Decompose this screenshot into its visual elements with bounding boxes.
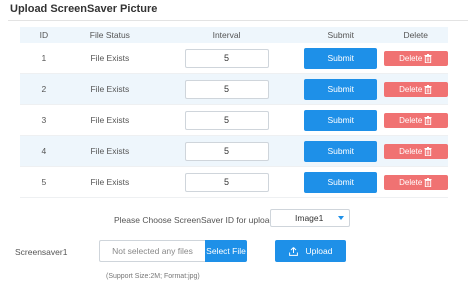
file-name-field[interactable]: Not selected any files <box>99 240 205 262</box>
interval-input[interactable]: 5 <box>184 172 269 192</box>
interval-input[interactable]: 5 <box>184 79 269 99</box>
delete-label: Delete <box>399 84 423 94</box>
header-delete: Delete <box>403 30 429 40</box>
table-row: 5 File Exists 5 Submit Delete <box>20 167 448 198</box>
delete-label: Delete <box>399 146 423 156</box>
upload-button[interactable]: Upload <box>275 240 346 262</box>
delete-cell: Delete <box>383 174 448 190</box>
delete-button[interactable]: Delete <box>383 143 448 159</box>
trash-icon <box>424 115 432 125</box>
submit-button[interactable]: Submit <box>304 109 378 131</box>
trash-icon <box>424 84 432 94</box>
header-id: ID <box>39 30 49 40</box>
screensaver-id-select[interactable]: Image1 <box>270 209 350 227</box>
row-id: 2 <box>41 84 47 94</box>
delete-cell: Delete <box>383 112 448 128</box>
delete-button[interactable]: Delete <box>383 112 448 128</box>
submit-cell: Submit <box>301 171 380 193</box>
row-file-status: File Exists <box>90 115 130 125</box>
table-row: 4 File Exists 5 Submit Delete <box>20 136 448 167</box>
row-file-status: File Exists <box>90 84 130 94</box>
row-id: 3 <box>41 115 47 125</box>
trash-icon <box>424 53 432 63</box>
title-divider <box>8 20 468 21</box>
delete-label: Delete <box>399 115 423 125</box>
interval-cell: 5 <box>152 172 301 192</box>
table-row: 1 File Exists 5 Submit Delete <box>20 43 448 74</box>
interval-cell: 5 <box>152 110 301 130</box>
screensaver-id-label: Please Choose ScreenSaver ID for upload <box>114 215 275 225</box>
select-file-button[interactable]: Select File <box>205 240 247 262</box>
table-header: ID File Status Interval Submit Delete <box>20 27 448 43</box>
delete-button[interactable]: Delete <box>383 50 448 66</box>
screensaver-table: ID File Status Interval Submit Delete 1 … <box>20 27 448 198</box>
trash-icon <box>424 146 432 156</box>
submit-cell: Submit <box>301 140 380 162</box>
interval-input[interactable]: 5 <box>184 141 269 161</box>
delete-button[interactable]: Delete <box>383 174 448 190</box>
interval-cell: 5 <box>152 48 301 68</box>
table-row: 3 File Exists 5 Submit Delete <box>20 105 448 136</box>
caret-down-icon <box>338 216 344 220</box>
submit-cell: Submit <box>301 47 380 69</box>
row-file-status: File Exists <box>90 177 130 187</box>
delete-label: Delete <box>399 177 423 187</box>
support-note: (Support Size:2M; Format:jpg) <box>106 273 200 280</box>
select-value: Image1 <box>295 213 324 223</box>
delete-cell: Delete <box>383 81 448 97</box>
interval-input[interactable]: 5 <box>184 110 269 130</box>
interval-cell: 5 <box>152 141 301 161</box>
submit-cell: Submit <box>301 78 380 100</box>
upload-icon <box>288 246 298 256</box>
trash-icon <box>424 177 432 187</box>
submit-button[interactable]: Submit <box>304 140 378 162</box>
delete-cell: Delete <box>383 50 448 66</box>
submit-cell: Submit <box>301 109 380 131</box>
delete-button[interactable]: Delete <box>383 81 448 97</box>
delete-label: Delete <box>399 53 423 63</box>
row-file-status: File Exists <box>90 53 130 63</box>
upload-label: Upload <box>305 246 333 256</box>
submit-button[interactable]: Submit <box>304 171 378 193</box>
row-id: 1 <box>41 53 47 63</box>
upload-screensaver-page: Upload ScreenSaver Picture ID File Statu… <box>0 0 474 292</box>
screensaver-file-label: Screensaver1 <box>15 247 68 257</box>
submit-button[interactable]: Submit <box>304 47 378 69</box>
submit-button[interactable]: Submit <box>304 78 378 100</box>
header-submit: Submit <box>327 30 354 40</box>
header-file-status: File Status <box>89 30 130 40</box>
delete-cell: Delete <box>383 143 448 159</box>
table-row: 2 File Exists 5 Submit Delete <box>20 74 448 105</box>
page-title: Upload ScreenSaver Picture <box>10 3 158 15</box>
interval-cell: 5 <box>152 79 301 99</box>
row-id: 5 <box>41 177 47 187</box>
row-file-status: File Exists <box>90 146 130 156</box>
header-interval: Interval <box>212 30 241 40</box>
interval-input[interactable]: 5 <box>184 48 269 68</box>
row-id: 4 <box>41 146 47 156</box>
